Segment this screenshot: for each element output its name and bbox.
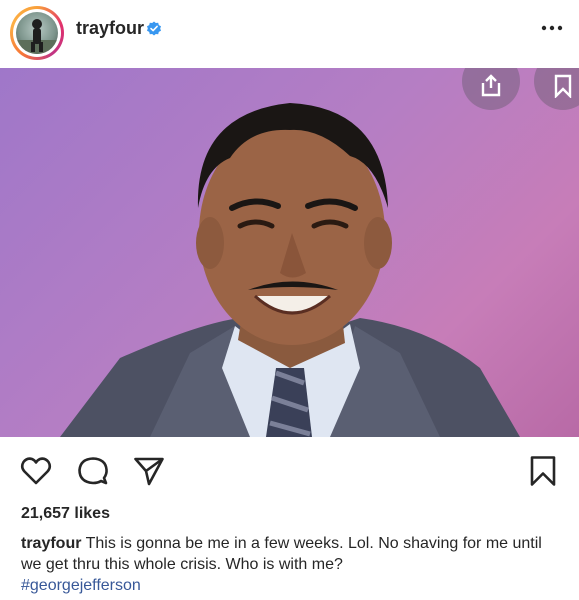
share-out-icon [481,74,501,97]
more-options-icon[interactable] [541,24,563,32]
post-photo[interactable] [0,68,579,437]
username[interactable]: trayfour [76,18,144,39]
verified-badge-icon [147,21,161,36]
paper-plane-icon[interactable] [133,455,165,487]
hashtag-link[interactable]: #georgejefferson [21,575,566,596]
avatar-figure-icon [16,19,58,54]
post-header: trayfour [0,0,579,68]
caption-text: This is gonna be me in a few weeks. Lol.… [21,535,542,573]
bookmark-icon[interactable] [527,455,559,487]
avatar-frame [13,9,61,57]
avatar[interactable] [10,6,64,60]
heart-icon[interactable] [20,455,52,487]
likes-count[interactable]: 21,657 likes [21,505,110,523]
bookmark-icon [554,74,572,98]
post-caption: trayfour This is gonna be me in a few we… [21,533,566,596]
caption-username[interactable]: trayfour [21,535,81,552]
portrait-illustration [60,103,520,437]
action-bar [0,437,579,497]
avatar-image [16,12,58,54]
comment-bubble-icon[interactable] [77,455,109,487]
